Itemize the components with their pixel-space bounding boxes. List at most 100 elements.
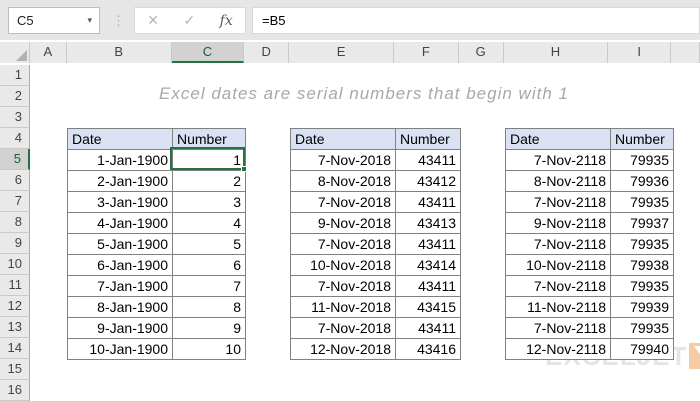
cell[interactable]: 43416	[396, 339, 461, 360]
row-header-13[interactable]: 13	[0, 317, 30, 338]
cell[interactable]: 11-Nov-2118	[506, 297, 611, 318]
cell[interactable]: 11-Nov-2018	[291, 297, 396, 318]
row-header-16[interactable]: 16	[0, 380, 30, 401]
formula-input[interactable]: =B5	[252, 7, 700, 34]
header-cell[interactable]: Number	[396, 129, 461, 150]
cell[interactable]: 79939	[611, 297, 674, 318]
cell[interactable]: 8-Jan-1900	[68, 297, 173, 318]
cell[interactable]: 10	[173, 339, 246, 360]
cell[interactable]: 6	[173, 255, 246, 276]
cell[interactable]: 79935	[611, 234, 674, 255]
row-header-8[interactable]: 8	[0, 212, 30, 233]
cell[interactable]: 79940	[611, 339, 674, 360]
cell[interactable]: 43411	[396, 318, 461, 339]
cell[interactable]: 5	[173, 234, 246, 255]
cell[interactable]: 43411	[396, 192, 461, 213]
cell[interactable]: 79937	[611, 213, 674, 234]
cell[interactable]: 43411	[396, 276, 461, 297]
row-header-2[interactable]: 2	[0, 86, 30, 107]
column-header-A[interactable]: A	[30, 42, 67, 63]
cell[interactable]: 9-Jan-1900	[68, 318, 173, 339]
cell[interactable]: 8	[173, 297, 246, 318]
row-header-14[interactable]: 14	[0, 338, 30, 359]
cell[interactable]: 79936	[611, 171, 674, 192]
cell[interactable]: 79935	[611, 150, 674, 171]
cell[interactable]: 2-Jan-1900	[68, 171, 173, 192]
cell[interactable]: 79935	[611, 276, 674, 297]
row-header-1[interactable]: 1	[0, 65, 30, 86]
column-header-E[interactable]: E	[289, 42, 394, 63]
cell[interactable]: 5-Jan-1900	[68, 234, 173, 255]
cancel-icon[interactable]: ✕	[147, 12, 159, 29]
cell[interactable]: 43411	[396, 150, 461, 171]
cell[interactable]: 8-Nov-2018	[291, 171, 396, 192]
cell[interactable]: 2	[173, 171, 246, 192]
cell[interactable]: 8-Nov-2118	[506, 171, 611, 192]
header-cell[interactable]: Date	[68, 129, 173, 150]
cell[interactable]: 6-Jan-1900	[68, 255, 173, 276]
cell[interactable]: 43412	[396, 171, 461, 192]
row-header-7[interactable]: 7	[0, 191, 30, 212]
table-row: 7-Nov-201843411	[291, 276, 461, 297]
cell[interactable]: 3	[173, 192, 246, 213]
cell[interactable]: 12-Nov-2118	[506, 339, 611, 360]
cell[interactable]: 43413	[396, 213, 461, 234]
row-header-9[interactable]: 9	[0, 233, 30, 254]
column-header-C[interactable]: C	[172, 42, 245, 63]
row-header-12[interactable]: 12	[0, 296, 30, 317]
cell[interactable]: 43411	[396, 234, 461, 255]
enter-icon[interactable]: ✓	[183, 12, 195, 29]
cell[interactable]: 7-Nov-2118	[506, 192, 611, 213]
fill-handle[interactable]	[241, 166, 247, 172]
select-all-button[interactable]	[0, 42, 30, 63]
active-cell-outline[interactable]	[170, 147, 245, 170]
header-cell[interactable]: Date	[291, 129, 396, 150]
cell[interactable]: 4-Jan-1900	[68, 213, 173, 234]
name-box[interactable]: C5 ▾	[8, 7, 100, 34]
header-cell[interactable]: Number	[611, 129, 674, 150]
cell[interactable]: 10-Nov-2118	[506, 255, 611, 276]
cell[interactable]: 79935	[611, 318, 674, 339]
cell[interactable]: 7-Nov-2118	[506, 276, 611, 297]
cell[interactable]: 9-Nov-2018	[291, 213, 396, 234]
row-header-3[interactable]: 3	[0, 107, 30, 128]
cell[interactable]: 4	[173, 213, 246, 234]
cell[interactable]: 7-Nov-2118	[506, 150, 611, 171]
cell[interactable]: 12-Nov-2018	[291, 339, 396, 360]
cell[interactable]: 7-Nov-2018	[291, 192, 396, 213]
column-header-F[interactable]: F	[394, 42, 459, 63]
cell[interactable]: 10-Jan-1900	[68, 339, 173, 360]
chevron-down-icon[interactable]: ▾	[87, 8, 92, 33]
cell[interactable]: 7	[173, 276, 246, 297]
row-header-11[interactable]: 11	[0, 275, 30, 296]
cell[interactable]: 10-Nov-2018	[291, 255, 396, 276]
cell[interactable]: 43415	[396, 297, 461, 318]
cell[interactable]: 79935	[611, 192, 674, 213]
cell[interactable]: 7-Nov-2018	[291, 276, 396, 297]
row-header-4[interactable]: 4	[0, 128, 30, 149]
cell[interactable]: 7-Nov-2118	[506, 318, 611, 339]
cell[interactable]: 7-Jan-1900	[68, 276, 173, 297]
cell[interactable]: 9	[173, 318, 246, 339]
cell[interactable]: 79938	[611, 255, 674, 276]
column-header-extra[interactable]	[671, 42, 700, 63]
insert-function-icon[interactable]: fx	[220, 13, 233, 29]
cell[interactable]: 7-Nov-2018	[291, 150, 396, 171]
column-header-I[interactable]: I	[608, 42, 671, 63]
column-header-D[interactable]: D	[244, 42, 289, 63]
cell[interactable]: 7-Nov-2118	[506, 234, 611, 255]
cell[interactable]: 9-Nov-2118	[506, 213, 611, 234]
column-header-H[interactable]: H	[504, 42, 609, 63]
row-header-10[interactable]: 10	[0, 254, 30, 275]
cell[interactable]: 7-Nov-2018	[291, 234, 396, 255]
row-header-6[interactable]: 6	[0, 170, 30, 191]
row-header-5[interactable]: 5	[0, 149, 30, 170]
cell[interactable]: 43414	[396, 255, 461, 276]
cell[interactable]: 7-Nov-2018	[291, 318, 396, 339]
header-cell[interactable]: Date	[506, 129, 611, 150]
cell[interactable]: 3-Jan-1900	[68, 192, 173, 213]
cell[interactable]: 1-Jan-1900	[68, 150, 173, 171]
column-header-G[interactable]: G	[459, 42, 504, 63]
row-header-15[interactable]: 15	[0, 359, 30, 380]
column-header-B[interactable]: B	[67, 42, 172, 63]
